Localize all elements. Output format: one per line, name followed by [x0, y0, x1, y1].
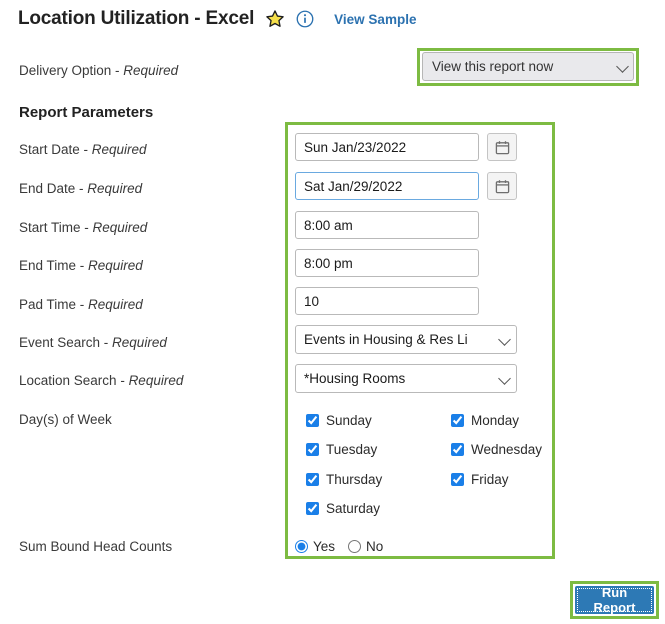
checkbox-input-friday[interactable] — [451, 473, 464, 486]
radio-label-yes[interactable]: Yes — [313, 539, 335, 554]
label-days-of-week: Day(s) of Week — [19, 412, 112, 427]
start-date-calendar-icon[interactable] — [487, 133, 517, 161]
radio-option-yes[interactable]: Yes — [295, 539, 335, 554]
star-icon[interactable] — [265, 9, 285, 29]
sum-bound-head-counts-radio-group: Yes No — [295, 539, 383, 554]
page-header: Location Utilization - Excel View Sample — [18, 8, 416, 30]
end-date-input[interactable] — [295, 172, 479, 200]
day-label-saturday[interactable]: Saturday — [326, 501, 380, 516]
radio-option-no[interactable]: No — [348, 539, 383, 554]
location-search-select[interactable]: *Housing Rooms — [295, 364, 517, 393]
label-delivery-option: Delivery Option - Required — [19, 63, 179, 78]
label-sum-bound-head-counts: Sum Bound Head Counts — [19, 539, 173, 554]
delivery-option-select[interactable]: View this report now — [422, 52, 634, 81]
page-title: Location Utilization - Excel — [18, 8, 255, 29]
day-label-tuesday[interactable]: Tuesday — [326, 442, 377, 457]
label-end-time: End Time - Required — [19, 258, 143, 273]
day-checkbox-friday[interactable]: Friday — [451, 472, 509, 487]
day-checkbox-thursday[interactable]: Thursday — [306, 472, 382, 487]
day-label-friday[interactable]: Friday — [471, 472, 509, 487]
day-label-sunday[interactable]: Sunday — [326, 413, 372, 428]
day-checkbox-sunday[interactable]: Sunday — [306, 413, 372, 428]
label-start-time: Start Time - Required — [19, 220, 148, 235]
label-location-search: Location Search - Required — [19, 373, 184, 388]
view-sample-link[interactable]: View Sample — [334, 12, 416, 27]
checkbox-input-saturday[interactable] — [306, 502, 319, 515]
event-search-select[interactable]: Events in Housing & Res Li — [295, 325, 517, 354]
end-date-calendar-icon[interactable] — [487, 172, 517, 200]
section-title-report-parameters: Report Parameters — [19, 104, 154, 121]
day-checkbox-monday[interactable]: Monday — [451, 413, 519, 428]
checkbox-input-tuesday[interactable] — [306, 443, 319, 456]
label-end-date: End Date - Required — [19, 181, 143, 196]
label-start-date: Start Date - Required — [19, 142, 147, 157]
checkbox-input-wednesday[interactable] — [451, 443, 464, 456]
end-time-input[interactable] — [295, 249, 479, 277]
start-date-input[interactable] — [295, 133, 479, 161]
checkbox-input-monday[interactable] — [451, 414, 464, 427]
info-circle-icon[interactable] — [296, 10, 314, 28]
report-parameters-page: Location Utilization - Excel View Sample… — [0, 0, 665, 624]
day-checkbox-saturday[interactable]: Saturday — [306, 501, 380, 516]
day-label-thursday[interactable]: Thursday — [326, 472, 382, 487]
pad-time-input[interactable] — [295, 287, 479, 315]
checkbox-input-sunday[interactable] — [306, 414, 319, 427]
day-checkbox-tuesday[interactable]: Tuesday — [306, 442, 377, 457]
label-event-search: Event Search - Required — [19, 335, 167, 350]
day-label-monday[interactable]: Monday — [471, 413, 519, 428]
label-pad-time: Pad Time - Required — [19, 297, 143, 312]
day-label-wednesday[interactable]: Wednesday — [471, 442, 542, 457]
radio-input-no[interactable] — [348, 540, 362, 553]
radio-input-yes[interactable] — [295, 540, 308, 553]
run-report-button[interactable]: Run Report — [575, 585, 654, 615]
checkbox-input-thursday[interactable] — [306, 473, 319, 486]
start-time-input[interactable] — [295, 211, 479, 239]
day-checkbox-wednesday[interactable]: Wednesday — [451, 442, 542, 457]
radio-label-no[interactable]: No — [366, 539, 383, 554]
